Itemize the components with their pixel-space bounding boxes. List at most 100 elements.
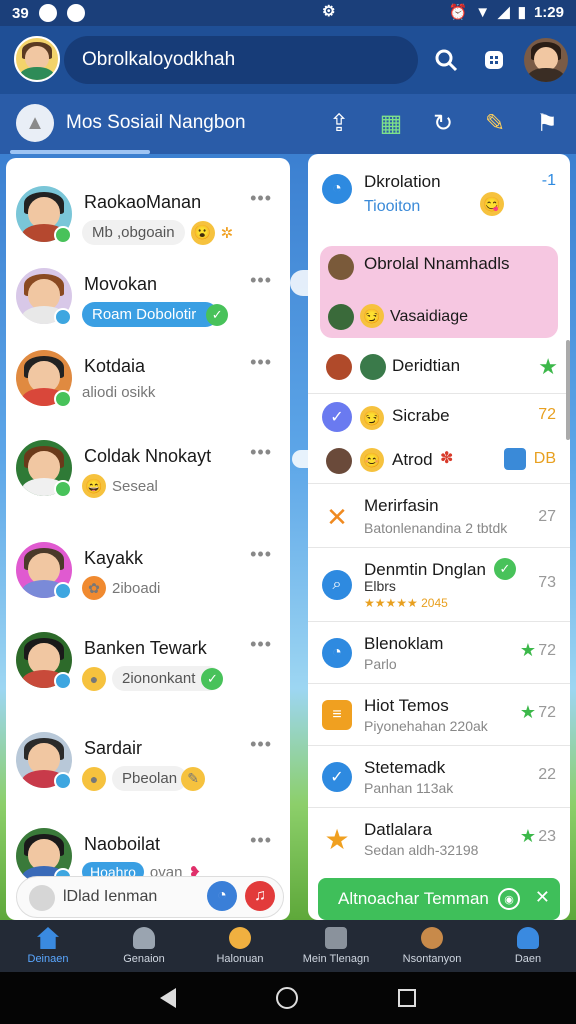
- item-number: 72: [538, 642, 556, 659]
- share-icon[interactable]: ⇪: [324, 108, 354, 138]
- item-sub: Sedan aldh-32198: [364, 842, 479, 858]
- group-icon[interactable]: ▲: [16, 104, 54, 142]
- activity-item[interactable]: ⌕ Denmtin Dnglan ✓ Elbrs ★★★★★ 2045 73: [308, 548, 570, 622]
- star-icon[interactable]: ★: [520, 702, 536, 723]
- contact-item[interactable]: Coldak Nnokayt ••• 😄 Seseal: [6, 422, 290, 512]
- contact-item[interactable]: Banken Tewark ••• ● 2iononkant ✓: [6, 614, 290, 704]
- add-friend-bar[interactable]: Altnoachar Temman ◉ ✕: [318, 878, 560, 920]
- nav-documents[interactable]: Mein Tlenagn: [288, 920, 384, 972]
- check-icon: ✓: [206, 303, 229, 326]
- activity-item[interactable]: ◔ Blenoklam Parlo ★ 72: [308, 622, 570, 684]
- check-icon: ✓: [494, 558, 516, 580]
- more-icon[interactable]: •••: [250, 634, 272, 655]
- contact-item[interactable]: Kayakk ••• ✿ 2iboadi: [6, 524, 290, 614]
- more-icon[interactable]: •••: [250, 734, 272, 755]
- emoji-icon: 😏: [360, 304, 384, 328]
- recent-apps-icon[interactable]: [398, 989, 416, 1007]
- nav-profile[interactable]: Halonuan: [192, 920, 288, 972]
- member-avatar: [360, 354, 386, 380]
- item-title: Merirfasin: [364, 496, 439, 515]
- item-number: 72: [538, 406, 556, 423]
- contact-name: Kotdaia: [84, 356, 146, 376]
- item-sub: Piyonehahan 220ak: [364, 718, 488, 734]
- contact-name: Banken Tewark: [84, 638, 207, 658]
- group-title: Mos Sosiail Nangbon: [66, 112, 246, 133]
- contact-item[interactable]: RaokaoManan ••• Mb ,obgoain 😮 ✲: [6, 168, 290, 258]
- target-icon[interactable]: ◉: [498, 888, 520, 910]
- status-badge: [54, 226, 72, 244]
- contact-name: Sardair: [84, 738, 143, 758]
- more-icon[interactable]: •••: [250, 188, 272, 209]
- more-icon[interactable]: •••: [250, 544, 272, 565]
- pin-icon[interactable]: ⚑: [532, 108, 562, 138]
- gift-icon: ✽: [440, 450, 454, 467]
- system-nav-bar: [0, 972, 576, 1024]
- app-bar: Obrolkaloyodkhah: [0, 26, 576, 94]
- more-icon[interactable]: •••: [250, 830, 272, 851]
- activity-item[interactable]: ✓ 😏 Sicrabe 72: [308, 394, 570, 438]
- contact-message: Roam Dobolotir: [82, 302, 219, 327]
- activity-item[interactable]: ◔ Dkrolation Tiooiton 😋 -1: [308, 154, 570, 242]
- more-icon[interactable]: •••: [250, 270, 272, 291]
- close-icon[interactable]: ✕: [535, 887, 550, 908]
- search-icon[interactable]: [428, 42, 464, 78]
- emoji-icon: 😏: [360, 406, 384, 430]
- nav-account[interactable]: Daen: [480, 920, 576, 972]
- star-icon: ★: [324, 823, 350, 855]
- contact-item[interactable]: Kotdaia ••• aliodi osikk: [6, 332, 290, 422]
- contact-item[interactable]: Movokan ••• Roam Dobolotir ✓: [6, 250, 290, 340]
- message-icon: [66, 4, 85, 22]
- activity-item[interactable]: ✓ Stetemadk Panhan 113ak 22: [308, 746, 570, 808]
- more-icon[interactable]: •••: [250, 442, 272, 463]
- item-sub: Vasaidiage: [390, 308, 468, 325]
- mic-icon[interactable]: ♫: [245, 881, 275, 911]
- profile-avatar[interactable]: [524, 38, 568, 82]
- nav-games[interactable]: Nsontanyon: [384, 920, 480, 972]
- rating-value: 2045: [421, 596, 448, 610]
- contact-item[interactable]: Sardair ••• ● Pbeolan ✎: [6, 714, 290, 804]
- alarm-icon: ⏰: [448, 4, 468, 21]
- nav-groups[interactable]: Genaion: [96, 920, 192, 972]
- document-icon: [325, 927, 347, 949]
- status-badge: [54, 480, 72, 498]
- refresh-icon[interactable]: ↻: [428, 108, 458, 138]
- item-title: Blenoklam: [364, 634, 444, 653]
- status-badge: [54, 772, 72, 790]
- back-icon[interactable]: [160, 988, 176, 1008]
- more-icon[interactable]: •••: [250, 352, 272, 373]
- scrollbar[interactable]: [566, 340, 570, 440]
- activity-item[interactable]: ≡ Hiot Temos Piyonehahan 220ak ★ 72: [308, 684, 570, 746]
- star-icon[interactable]: ★: [520, 826, 536, 847]
- star-icon[interactable]: ★: [520, 640, 536, 661]
- item-title: Atrod: [392, 450, 433, 469]
- coin-icon: ●: [82, 666, 106, 691]
- home-icon: [37, 927, 59, 949]
- contact-message: Seseal: [112, 477, 158, 495]
- compose-input[interactable]: lDlad Ienman ◔ ♫: [16, 876, 284, 918]
- settings-icon: ⚙: [322, 3, 336, 20]
- activity-item[interactable]: ★ Datlalara Sedan aldh-32198 ★ 23: [308, 808, 570, 870]
- item-number: 23: [538, 828, 556, 845]
- activity-item[interactable]: 😊 Atrod ✽ DB: [308, 438, 570, 484]
- my-avatar[interactable]: [14, 36, 60, 82]
- contact-name: Coldak Nnokayt: [84, 446, 212, 466]
- highlighted-group[interactable]: Obrolal Nnamhadls 😏 Vasaidiage: [320, 246, 558, 338]
- item-title: Dkrolation: [364, 172, 441, 191]
- activity-item[interactable]: Deridtian ★: [308, 342, 570, 394]
- nav-home[interactable]: Deinaen: [0, 920, 96, 972]
- home-button-icon[interactable]: [276, 987, 298, 1009]
- attach-icon[interactable]: [29, 885, 55, 911]
- activity-item[interactable]: ✕ Merirfasin Batonlenandina 2 tbtdk 27: [308, 484, 570, 548]
- emoji-icon: 😋: [480, 192, 504, 216]
- star-icon[interactable]: ★: [538, 354, 558, 380]
- edit-icon[interactable]: ✎: [480, 108, 510, 138]
- item-number: 72: [538, 704, 556, 721]
- item-number: DB: [533, 450, 556, 467]
- search-bar[interactable]: Obrolkaloyodkhah: [64, 36, 418, 84]
- camera-icon[interactable]: ◔: [207, 881, 237, 911]
- item-title: Hiot Temos: [364, 696, 449, 715]
- apps-icon[interactable]: [476, 42, 512, 78]
- map-icon[interactable]: ▦: [376, 108, 406, 138]
- member-avatar: [328, 254, 354, 280]
- item-number: 27: [538, 508, 556, 525]
